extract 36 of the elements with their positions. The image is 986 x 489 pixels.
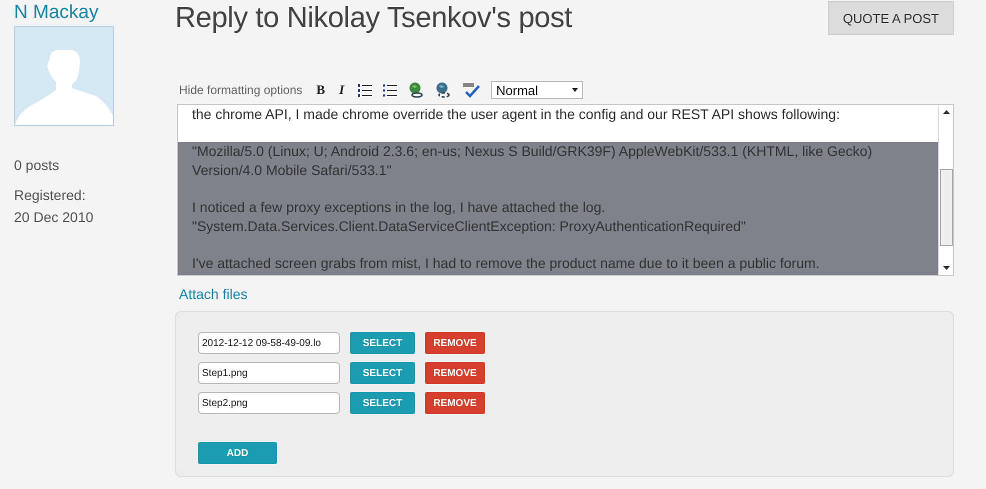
hide-formatting-link[interactable]: Hide formatting options (179, 83, 302, 97)
bold-button[interactable]: B (316, 82, 326, 98)
add-button[interactable]: ADD (198, 442, 277, 464)
file-name-field[interactable]: Step1.png (198, 362, 340, 384)
select-button[interactable]: SELECT (350, 362, 415, 384)
unlink-globe-icon[interactable] (435, 82, 452, 98)
message-editor[interactable] (177, 104, 954, 276)
remove-button[interactable]: REMOVE (425, 392, 485, 414)
attach-files-link[interactable]: Attach files (179, 286, 954, 302)
italic-button[interactable]: I (339, 82, 344, 98)
editor-paragraph: I've attached screen grabs from mist, I had to remove the product name due to it been a public forum. (192, 254, 821, 273)
quote-post-button[interactable]: QUOTE A POST (828, 1, 954, 35)
file-name-field[interactable]: Step2.png (198, 392, 340, 414)
select-button[interactable]: SELECT (350, 332, 415, 354)
registered-date: 20 Dec 2010 (14, 208, 94, 227)
bullet-list-icon[interactable] (383, 83, 398, 97)
scroll-down-icon[interactable] (942, 266, 950, 270)
scroll-thumb[interactable] (940, 169, 952, 246)
file-name-field[interactable]: 2012-12-12 09-58-49-09.lo (198, 332, 340, 354)
editor-paragraph: "Mozilla/5.0 (Linux; U; Android 2.3.6; en-us; Nexus S Build/GRK39F) AppleWebKit/533.1 (KHTML, like Gecko) Version/4.0 Mobile Safari/533.1" (192, 142, 874, 180)
select-button[interactable]: SELECT (350, 392, 415, 414)
scrollbar[interactable] (938, 105, 953, 275)
page-title: Reply to Nikolay Tsenkov's post (175, 2, 572, 35)
remove-button[interactable]: REMOVE (425, 362, 485, 384)
editor-paragraph: the chrome API, I made chrome override the user agent in the config and our REST API shows following: (192, 105, 841, 124)
remove-button[interactable]: REMOVE (425, 332, 485, 354)
spellcheck-icon[interactable] (462, 82, 480, 98)
link-globe-icon[interactable] (408, 82, 424, 98)
caret-icon (572, 88, 578, 92)
editor-paragraph: I noticed a few proxy exceptions in the log, I have attached the log. "System.Data.Services.Client.DataServiceClientException: ProxyAuthenticationRequired" (192, 198, 747, 236)
post-count: 0 posts (14, 156, 60, 175)
format-dropdown[interactable]: Normal (491, 81, 584, 99)
scroll-up-icon[interactable] (942, 110, 950, 114)
author-name[interactable]: N Mackay (14, 2, 160, 24)
numbered-list-icon[interactable] (358, 83, 372, 97)
registered-label: Registered: (14, 186, 87, 205)
